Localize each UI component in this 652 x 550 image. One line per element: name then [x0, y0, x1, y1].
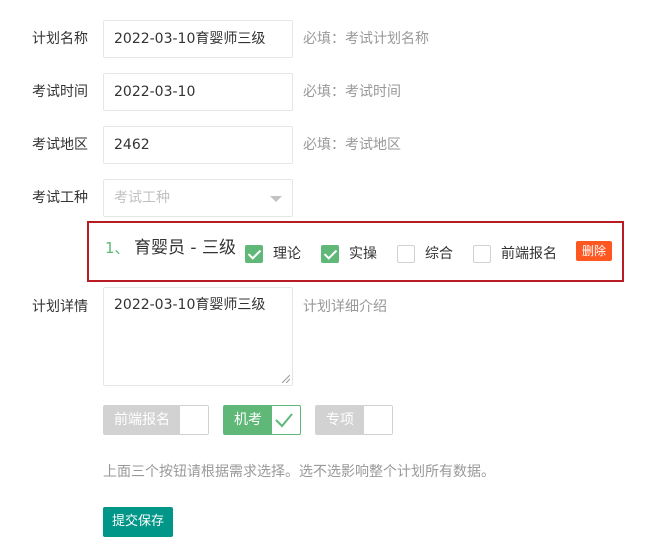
plan-name-hint: 必填：考试计划名称	[303, 31, 429, 47]
exam-region-hint: 必填：考试地区	[303, 137, 401, 153]
exam-time-input[interactable]: 2022-03-10	[103, 73, 293, 111]
switch-computer-exam-label: 机考	[224, 406, 272, 434]
checkbox-comprehensive[interactable]	[397, 245, 415, 263]
type-item-name: 育婴员 - 三级	[134, 238, 236, 258]
resize-grip-icon[interactable]	[282, 375, 290, 383]
chevron-down-icon	[270, 196, 282, 202]
checkbox-theory-label: 理论	[273, 246, 301, 262]
delete-button[interactable]: 删除	[576, 241, 612, 261]
submit-button[interactable]: 提交保存	[103, 507, 173, 537]
checkbox-frontend-signup[interactable]	[473, 245, 491, 263]
exam-time-hint: 必填：考试时间	[303, 84, 401, 100]
exam-type-placeholder: 考试工种	[114, 190, 170, 206]
checkbox-theory[interactable]	[245, 245, 263, 263]
checkbox-frontend-signup-label: 前端报名	[501, 246, 557, 262]
exam-region-input[interactable]: 2462	[103, 126, 293, 164]
plan-name-label: 计划名称	[32, 31, 88, 47]
exam-type-label: 考试工种	[32, 190, 88, 206]
exam-type-item: 1、 育婴员 - 三级 理论 实操 综合 前端报名 删除	[87, 221, 624, 282]
plan-detail-value: 2022-03-10育婴师三级	[114, 297, 266, 313]
plan-detail-hint: 计划详细介绍	[303, 299, 387, 315]
exam-region-label: 考试地区	[32, 137, 88, 153]
check-icon	[275, 413, 293, 428]
checkbox-practice-label: 实操	[349, 246, 377, 262]
plan-detail-label: 计划详情	[32, 299, 88, 315]
plan-detail-textarea[interactable]: 2022-03-10育婴师三级	[103, 287, 293, 386]
switch-frontend-signup-label: 前端报名	[104, 406, 180, 434]
type-item-index: 1、	[105, 239, 130, 257]
plan-name-input[interactable]: 2022-03-10育婴师三级	[103, 20, 293, 58]
exam-time-label: 考试时间	[32, 84, 88, 100]
checkbox-practice[interactable]	[321, 245, 339, 263]
switch-computer-exam[interactable]: 机考	[223, 405, 301, 435]
switch-note: 上面三个按钮请根据需求选择。选不选影响整个计划所有数据。	[103, 464, 495, 480]
switch-special-label: 专项	[316, 406, 364, 434]
checkbox-comprehensive-label: 综合	[425, 246, 453, 262]
exam-type-select[interactable]: 考试工种	[103, 179, 293, 217]
switch-special[interactable]: 专项	[315, 405, 393, 435]
switch-frontend-signup[interactable]: 前端报名	[103, 405, 209, 435]
